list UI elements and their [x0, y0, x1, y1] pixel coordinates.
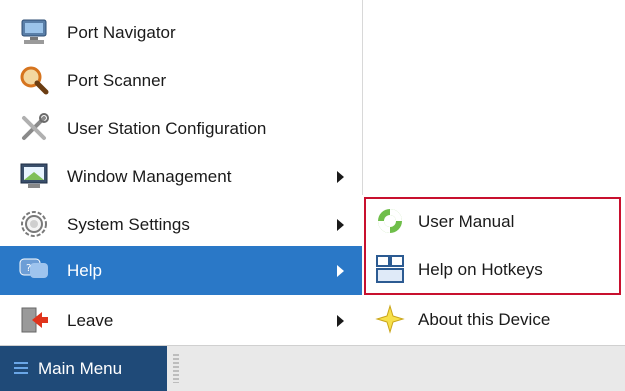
menu-item-label: Window Management	[67, 166, 232, 186]
main-menu-label: Main Menu	[38, 358, 123, 378]
svg-text:?: ?	[26, 263, 31, 274]
menu-item-label: Help	[67, 260, 102, 280]
menu-item-help[interactable]: ? Help	[0, 246, 362, 295]
menu-item-window-management[interactable]: Window Management	[0, 152, 362, 201]
main-menu-button[interactable]: Main Menu	[0, 346, 167, 391]
menu-item-user-station-configuration[interactable]: User Station Configuration	[0, 104, 362, 153]
main-menu: Port Navigator Port Scanner User Station…	[0, 0, 363, 345]
tools-icon	[18, 112, 50, 144]
highlight-annotation-box	[364, 197, 621, 295]
menu-item-port-scanner[interactable]: Port Scanner	[0, 56, 362, 105]
menu-item-label: Port Navigator	[67, 22, 176, 42]
magnifier-icon	[18, 64, 50, 96]
menu-item-port-navigator[interactable]: Port Navigator	[0, 8, 362, 57]
menu-item-label: System Settings	[67, 214, 190, 234]
taskbar-grip-handle[interactable]	[173, 354, 179, 383]
submenu-item-about-this-device[interactable]: About this Device	[362, 295, 625, 344]
star-icon	[374, 303, 406, 335]
window-monitor-icon	[18, 160, 50, 192]
submenu-item-label: About this Device	[418, 309, 551, 329]
exit-door-icon	[18, 304, 50, 336]
chevron-right-icon	[337, 264, 344, 277]
gear-icon	[18, 208, 50, 240]
menu-item-system-settings[interactable]: System Settings	[0, 200, 362, 249]
menu-item-label: Port Scanner	[67, 70, 167, 90]
chevron-right-icon	[337, 314, 344, 327]
taskbar: Main Menu	[0, 345, 625, 391]
help-chat-icon: ?	[18, 254, 50, 286]
chevron-right-icon	[337, 218, 344, 231]
monitor-network-icon	[18, 16, 50, 48]
hamburger-icon	[14, 362, 28, 374]
menu-item-label: User Station Configuration	[67, 118, 267, 138]
menu-item-label: Leave	[67, 310, 114, 330]
menu-item-leave[interactable]: Leave	[0, 296, 362, 345]
chevron-right-icon	[337, 170, 344, 183]
